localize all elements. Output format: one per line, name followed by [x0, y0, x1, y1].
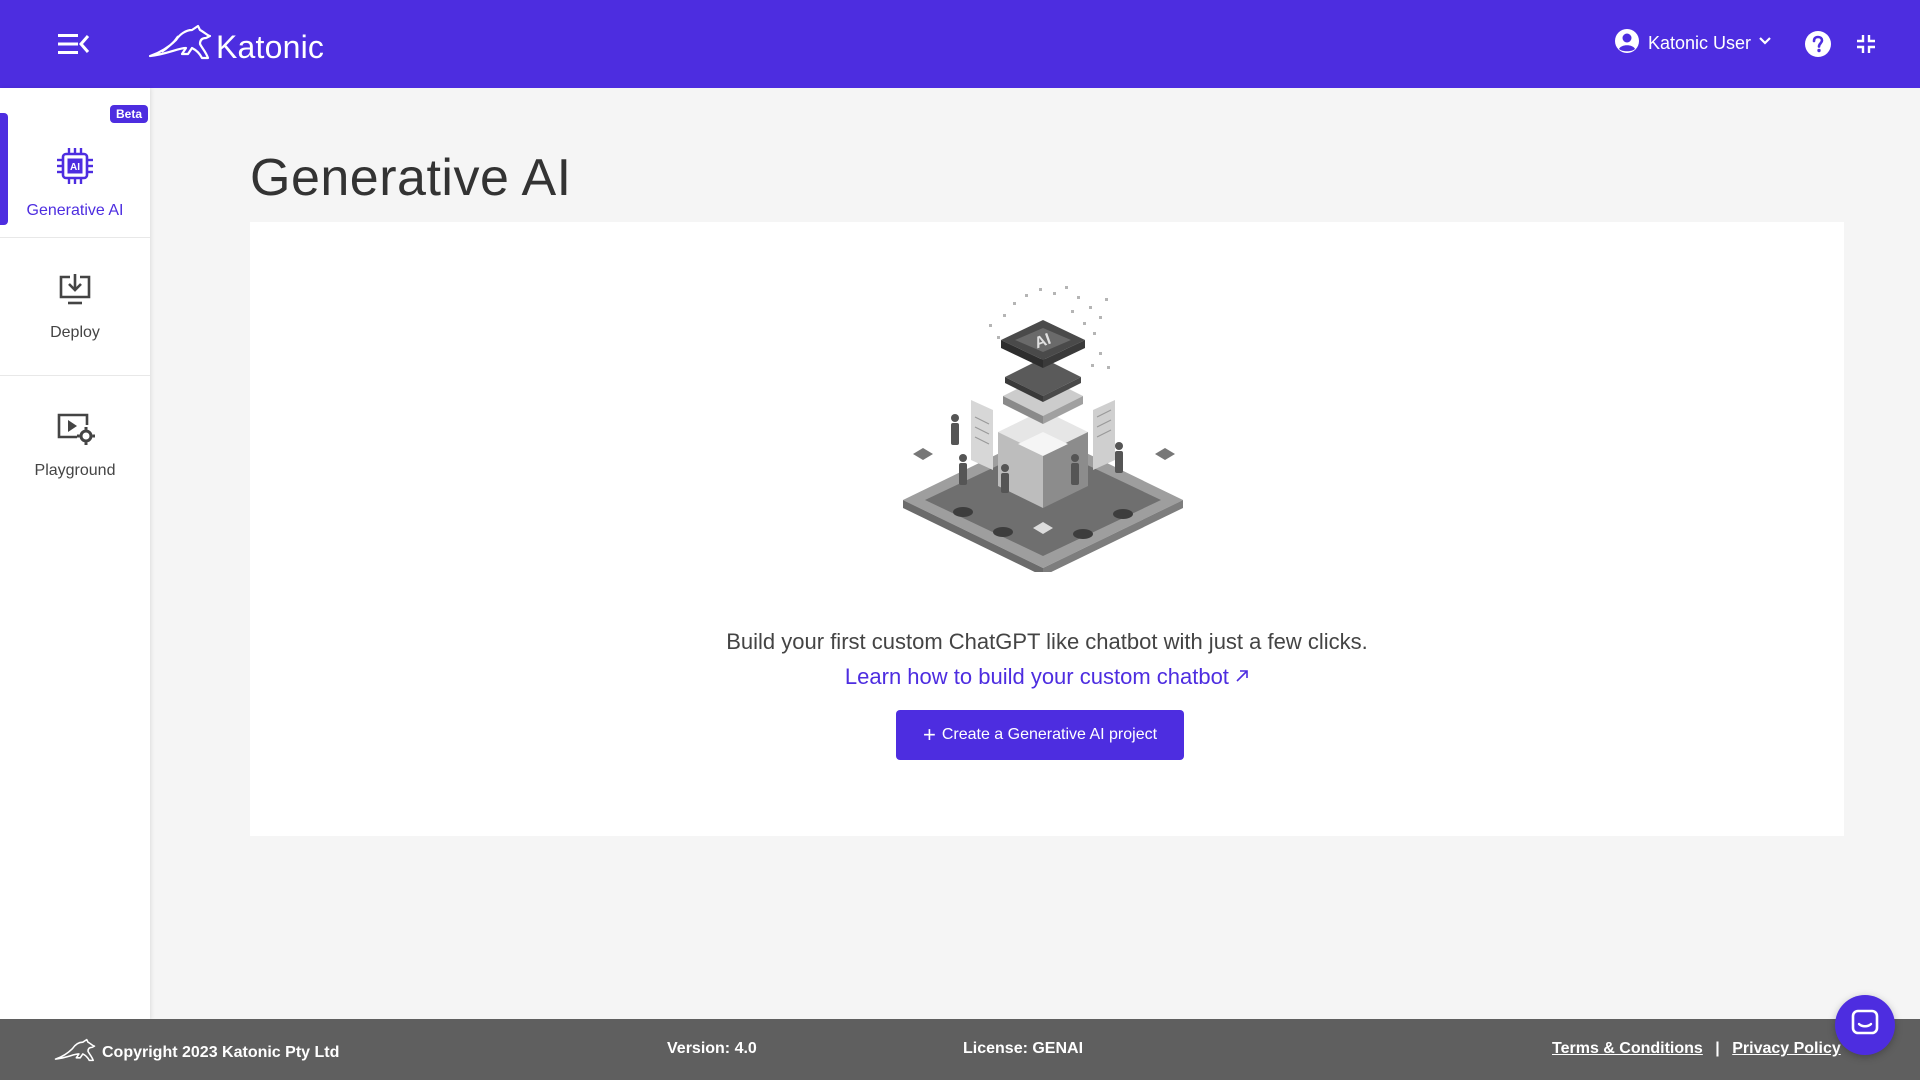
sidebar-item-label: Generative AI [26, 201, 124, 219]
terms-link[interactable]: Terms & Conditions [1552, 1040, 1703, 1057]
monitor-download-icon [56, 273, 94, 314]
learn-chatbot-link[interactable]: Learn how to build your custom chatbot [250, 664, 1844, 690]
sidebar-item-playground[interactable]: Playground [0, 376, 150, 514]
menu-collapse-icon[interactable] [56, 30, 92, 58]
license-text: License: GENAI [963, 1040, 1084, 1057]
footer-separator: | [1715, 1040, 1720, 1057]
chat-support-button[interactable] [1835, 995, 1895, 1055]
empty-state-description: Build your first custom ChatGPT like cha… [726, 629, 1368, 654]
version-text: Version: 4.0 [667, 1040, 757, 1057]
ai-chip-icon: AI [54, 145, 96, 192]
user-menu[interactable]: Katonic User [1614, 28, 1773, 59]
user-name: Katonic User [1648, 33, 1752, 53]
sidebar: AI Generative AI Beta Deploy Playground [0, 88, 150, 1020]
brand-logo[interactable]: Katonic [148, 22, 324, 67]
svg-text:AI: AI [70, 162, 80, 173]
external-link-icon [1235, 664, 1249, 689]
user-circle-icon [1614, 28, 1640, 59]
sidebar-item-deploy[interactable]: Deploy [0, 238, 150, 376]
beta-badge: Beta [110, 105, 149, 123]
footer-links: Terms & Conditions | Privacy Policy [1552, 1040, 1841, 1058]
help-circle-icon[interactable] [1804, 30, 1832, 58]
footer-copyright: Copyright 2023 Katonic Pty Ltd [54, 1037, 339, 1068]
empty-state-card: AI Build your first custom ChatGPT like … [250, 222, 1844, 836]
chat-bubble-icon [1850, 1008, 1880, 1043]
privacy-link[interactable]: Privacy Policy [1732, 1040, 1841, 1057]
footer: Copyright 2023 Katonic Pty Ltd Version: … [0, 1019, 1920, 1080]
chevron-down-icon [1757, 33, 1773, 54]
copyright-text: Copyright 2023 Katonic Pty Ltd [102, 1043, 340, 1061]
create-project-button[interactable]: + Create a Generative AI project [896, 710, 1184, 760]
collapse-arrows-icon[interactable] [1855, 33, 1877, 55]
plus-icon: + [922, 722, 936, 747]
kangaroo-logo-icon [148, 22, 212, 67]
brand-name: Katonic [216, 29, 325, 65]
create-project-label: Create a Generative AI project [941, 726, 1158, 743]
video-settings-icon [55, 411, 95, 452]
sidebar-item-label: Deploy [50, 323, 100, 341]
kangaroo-logo-icon [54, 1037, 96, 1068]
ai-illustration: AI [893, 272, 1193, 576]
learn-link-text: Learn how to build your custom chatbot [844, 664, 1229, 689]
sidebar-item-generative-ai[interactable]: AI Generative AI [0, 113, 150, 251]
sidebar-item-label: Playground [34, 461, 116, 479]
page-title: Generative AI [250, 149, 572, 207]
top-navigation-bar: Katonic Katonic User [0, 0, 1920, 88]
